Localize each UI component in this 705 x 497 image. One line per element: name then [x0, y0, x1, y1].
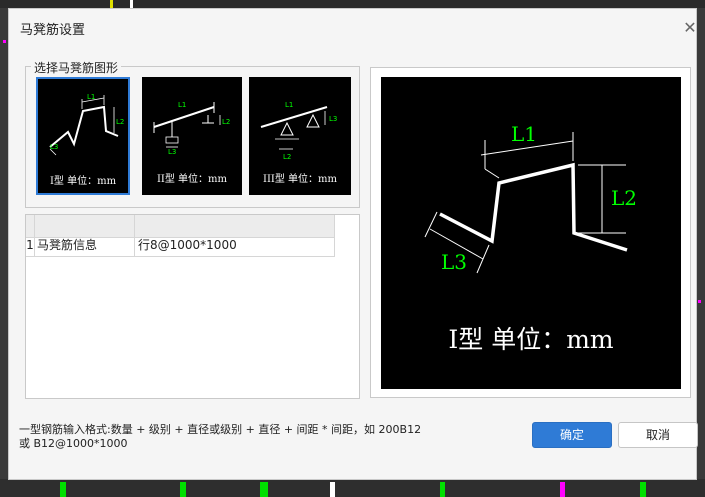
svg-text:L1: L1 — [87, 93, 95, 101]
grid-divider — [134, 215, 135, 256]
grid-row-name: 马凳筋信息 — [37, 238, 98, 252]
format-hint-line-2: 或 B12@1000*1000 — [19, 437, 128, 450]
grid-divider — [26, 256, 335, 257]
background-strip-bottom — [0, 479, 705, 497]
background-marker — [640, 482, 646, 497]
grid-header-row — [26, 215, 334, 238]
background-marker — [130, 0, 133, 8]
dialog-title: 马凳筋设置 — [20, 23, 86, 38]
svg-text:L3: L3 — [441, 250, 467, 274]
shape-group-label: 选择马凳筋图形 — [31, 59, 122, 76]
svg-text:L2: L2 — [611, 186, 637, 210]
svg-text:L1: L1 — [285, 101, 293, 109]
close-icon[interactable]: ✕ — [679, 17, 701, 39]
cancel-button[interactable]: 取消 — [618, 422, 698, 448]
svg-text:L3: L3 — [50, 143, 58, 151]
svg-text:L3: L3 — [168, 148, 176, 156]
ok-button[interactable]: 确定 — [532, 422, 612, 448]
shape-option-type-2[interactable]: L1 L2 L3 II型 单位：mm — [142, 77, 242, 195]
background-marker — [698, 300, 701, 303]
format-hint: 一型钢筋输入格式:数量 + 级别 + 直径或级别 + 直径 + 间距 * 间距，… — [19, 423, 519, 451]
svg-text:L1: L1 — [178, 101, 186, 109]
background-marker — [110, 0, 113, 8]
svg-text:L3: L3 — [329, 115, 337, 123]
background-marker — [440, 482, 445, 497]
svg-text:L2: L2 — [116, 118, 124, 126]
svg-text:L2: L2 — [222, 118, 230, 126]
background-marker — [560, 482, 565, 497]
background-marker — [60, 482, 66, 497]
background-marker — [260, 482, 268, 497]
format-hint-line-1: 一型钢筋输入格式:数量 + 级别 + 直径或级别 + 直径 + 间距 * 间距，… — [19, 423, 422, 436]
shape-option-type-1[interactable]: L1 L2 L3 I型 单位：mm — [36, 77, 130, 195]
shape-option-caption: II型 单位：mm — [156, 174, 228, 185]
grid-divider — [334, 215, 335, 256]
preview-caption: I型 单位：mm — [448, 325, 614, 354]
svg-text:L2: L2 — [283, 153, 291, 161]
property-grid: 1 马凳筋信息 ⾏8@1000*1000 — [25, 214, 360, 399]
preview-canvas: L1 L2 L3 I型 单位：mm — [381, 77, 681, 389]
grid-divider — [34, 215, 35, 256]
background-marker — [180, 482, 186, 497]
background-marker — [3, 40, 6, 43]
background-marker — [330, 482, 335, 497]
grid-row-index: 1 — [26, 238, 34, 252]
shape-option-caption: I型 单位：mm — [49, 176, 117, 187]
shape-option-type-3[interactable]: L1 L3 L2 III型 单位：mm — [249, 77, 351, 195]
background-strip-top — [0, 0, 705, 8]
shape-option-caption: III型 单位：mm — [263, 174, 337, 185]
svg-text:L1: L1 — [511, 122, 537, 146]
grid-row-value-input[interactable]: ⾏8@1000*1000 — [138, 236, 332, 255]
